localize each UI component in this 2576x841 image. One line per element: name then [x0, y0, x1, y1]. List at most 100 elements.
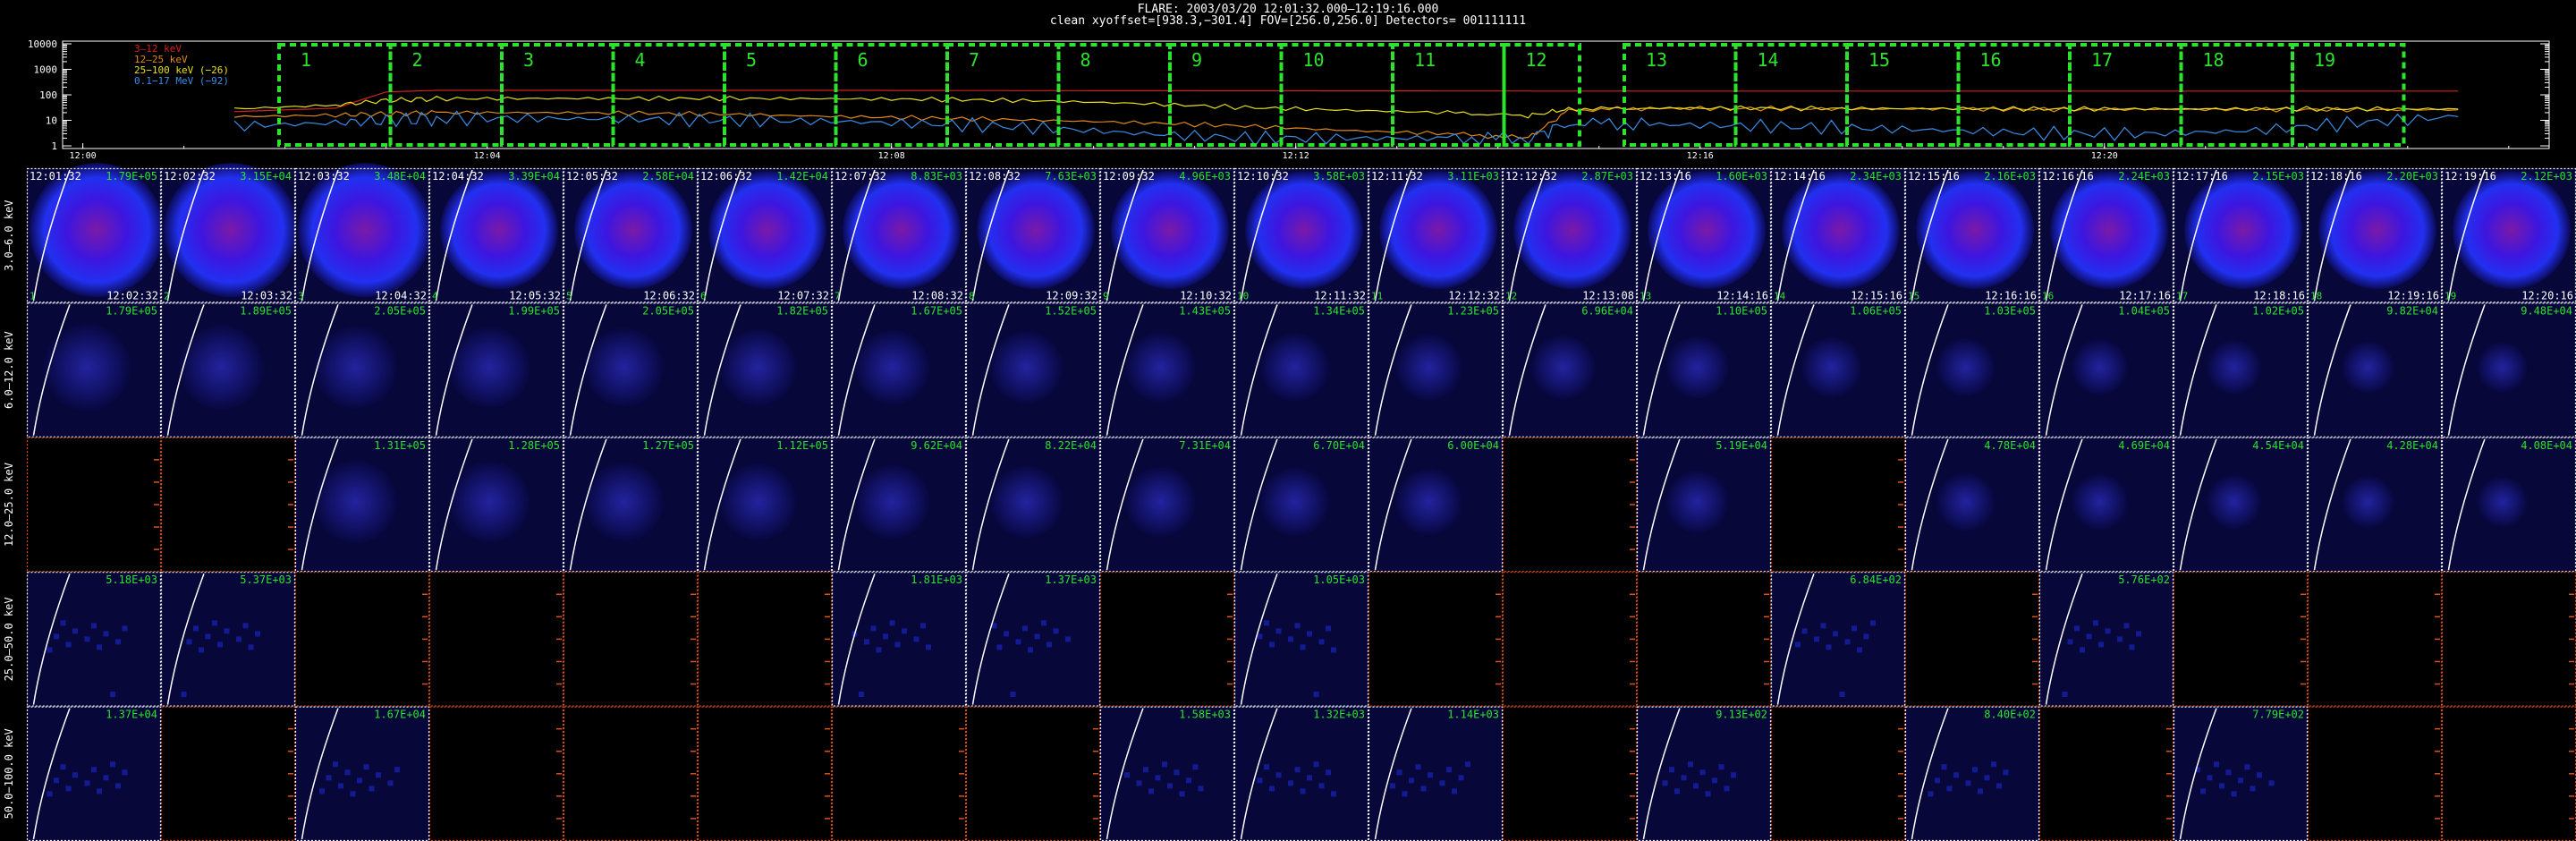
source-emission [311, 458, 400, 546]
image-panel [294, 572, 430, 707]
peak-flux-label: 9.62E+04 [911, 439, 962, 452]
noise-pixel [54, 633, 59, 640]
peak-flux-label: 1.12E+05 [776, 439, 828, 452]
row-energy-label: 3.0–6.0 keV [3, 200, 15, 270]
source-emission [2070, 471, 2130, 531]
noise-pixel [212, 620, 217, 626]
peak-flux-label: 1.60E+03 [1716, 170, 1767, 183]
interval-start-time: 12:01:32 [30, 170, 81, 183]
noise-pixel [1857, 647, 1862, 653]
image-panel: 1.79E+05 12:01:32 12:02:32 1 [26, 163, 164, 303]
noise-pixel [1452, 788, 1457, 794]
source-emission [987, 328, 1065, 406]
source-emission [1664, 334, 1731, 401]
source-emission [2340, 474, 2396, 530]
image-panel [563, 572, 699, 707]
image-panel: 1.37E+03 [965, 572, 1101, 707]
peak-flux-label: 1.52E+05 [1045, 304, 1097, 317]
image-panel: 5.18E+03 [26, 572, 162, 707]
source-emission [717, 327, 799, 408]
interval-end-time: 12:10:32 [1180, 289, 1232, 302]
image-panel: 6.70E+04 [1233, 437, 1369, 573]
peak-flux-label: 1.37E+03 [1045, 573, 1097, 586]
panel-background [1503, 706, 1637, 841]
panel-background [2174, 706, 2308, 841]
noise-pixel [926, 644, 931, 650]
image-panel: 1.79E+05 [26, 302, 162, 437]
interval-start-time: 12:12:32 [1505, 170, 1557, 183]
noise-pixel [1833, 631, 1838, 637]
interval-end-time: 12:20:16 [2521, 289, 2573, 302]
row-energy-label: 25.0–50.0 keV [3, 597, 15, 681]
noise-pixel [1446, 767, 1452, 773]
noise-pixel [2207, 775, 2213, 781]
peak-flux-label: 7.63E+03 [1045, 170, 1097, 183]
noise-pixel [1699, 769, 1706, 776]
noise-pixel [2067, 639, 2073, 645]
noise-pixel [1288, 636, 1293, 642]
source-emission [2476, 475, 2529, 529]
noise-pixel [2257, 772, 2262, 778]
source-emission [1782, 171, 1900, 290]
noise-pixel [1294, 767, 1301, 773]
noise-pixel [110, 692, 115, 698]
image-panel: 1.28E+05 [428, 437, 564, 573]
noise-pixel [1300, 788, 1306, 794]
image-panel: 4.54E+04 [2173, 437, 2309, 573]
noise-pixel [1155, 775, 1161, 781]
noise-pixel [1863, 633, 1869, 640]
image-panel [697, 706, 833, 841]
noise-pixel [1288, 780, 1293, 786]
image-panel: 1.12E+05 [697, 437, 833, 573]
panel-background [966, 572, 1100, 707]
noise-pixel [1996, 783, 2002, 789]
noise-pixel [1870, 620, 1876, 626]
peak-flux-label: 1.58E+03 [1179, 709, 1231, 721]
noise-pixel [1991, 761, 1996, 768]
source-emission [1258, 331, 1331, 404]
noise-pixel [1136, 780, 1142, 786]
image-grid: 3.0–6.0 keV 6.0–12.0 keV 12.0–25.0 keV 25.0… [3, 163, 2576, 841]
peak-flux-label: 1.79E+05 [106, 304, 157, 317]
interval-index: 11 [1371, 290, 1383, 302]
noise-pixel [1143, 767, 1148, 773]
image-panel: 5.19E+04 [1636, 437, 1772, 573]
image-panel: 2.05E+05 [294, 302, 430, 437]
source-emission [2050, 171, 2168, 290]
peak-flux-label: 2.12E+03 [2521, 170, 2572, 183]
noise-pixel [1275, 628, 1282, 634]
interval-end-time: 12:11:32 [1314, 289, 1366, 302]
interval-end-time: 12:16:16 [1985, 289, 2037, 302]
interval-index: 7 [835, 290, 841, 302]
noise-pixel [1192, 764, 1199, 770]
peak-flux-label: 5.19E+04 [1716, 439, 1767, 452]
peak-flux-label: 6.00E+04 [1447, 439, 1499, 452]
noise-pixel [1409, 777, 1414, 784]
peak-flux-label: 1.37E+04 [106, 709, 157, 721]
source-emission [2070, 337, 2130, 397]
image-panel: 7.63E+03 12:08:32 12:09:32 8 [965, 167, 1101, 303]
panel-background [27, 437, 161, 573]
noise-pixel [1712, 777, 1717, 784]
noise-pixel [181, 692, 187, 698]
noise-pixel [1053, 628, 1059, 634]
interval-start-time: 12:19:16 [2445, 170, 2496, 183]
noise-pixel [1046, 641, 1052, 648]
image-panel: 1.27E+05 [563, 437, 699, 573]
noise-pixel [1331, 791, 1336, 797]
interval-start-time: 12:09:32 [1103, 170, 1155, 183]
interval-index: 17 [2176, 290, 2188, 302]
noise-pixel [1693, 783, 1699, 789]
peak-flux-label: 1.79E+05 [106, 170, 157, 183]
image-panel: 2.58E+04 12:05:32 12:06:32 5 [563, 167, 699, 303]
noise-pixel [1928, 791, 1934, 797]
image-panel [1770, 437, 1906, 573]
image-panel: 1.02E+05 [2173, 302, 2309, 437]
image-panel: 6.96E+04 [1502, 302, 1638, 437]
noise-pixel [1313, 761, 1319, 768]
row-energy-label: 12.0–25.0 keV [3, 463, 15, 547]
image-panel: 8.22E+04 [965, 437, 1101, 573]
image-panel: 7.79E+02 [2173, 706, 2309, 841]
panel-background [161, 437, 295, 573]
noise-pixel [236, 636, 242, 642]
